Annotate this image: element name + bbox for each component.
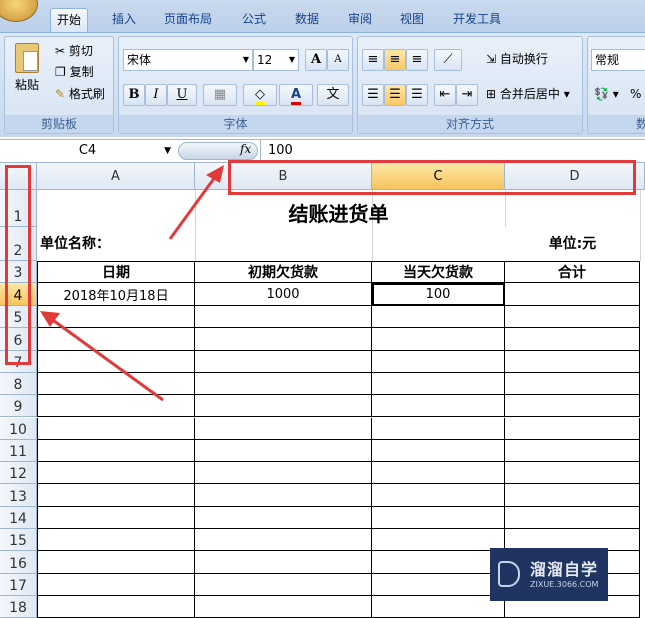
font-size-select[interactable]: 12 ▼ bbox=[253, 49, 299, 71]
font-color-icon: A bbox=[290, 87, 302, 105]
paste-icon bbox=[15, 43, 39, 73]
align-middle-button[interactable]: ≡ bbox=[384, 49, 406, 71]
clipboard-group: 粘贴 ✂ 剪切 ❐ 复制 ✎ 格式刷 剪贴板 bbox=[4, 36, 114, 134]
merge-center-button[interactable]: ⊞ 合并后居中 ▾ bbox=[486, 84, 570, 105]
paint-bucket-icon: ◇ bbox=[255, 87, 265, 105]
orientation-button[interactable]: ⟋ bbox=[434, 49, 462, 71]
chevron-down-icon: ▼ bbox=[288, 55, 295, 64]
brush-icon: ✎ bbox=[55, 87, 66, 101]
formula-input[interactable]: 100 bbox=[268, 140, 293, 162]
font-name-select[interactable]: 宋体 ▼ bbox=[123, 49, 253, 71]
spreadsheet-grid: A B C D 1 2 3 4 5 6 7 8 9 10 11 12 13 14 15 16 17 18 结账进货… bbox=[0, 160, 645, 618]
tab-data[interactable]: 数据 bbox=[289, 8, 325, 32]
align-left-button[interactable]: ☰ bbox=[362, 84, 384, 106]
number-format-select[interactable]: 常规 bbox=[591, 49, 645, 71]
format-painter-label: 格式刷 bbox=[68, 87, 105, 101]
alignment-label: 对齐方式 bbox=[358, 115, 582, 133]
italic-button[interactable]: I bbox=[145, 84, 167, 106]
scissors-icon: ✂ bbox=[55, 44, 66, 58]
underline-button[interactable]: U bbox=[167, 84, 197, 106]
font-name-value: 宋体 bbox=[127, 53, 152, 67]
cut-label: 剪切 bbox=[68, 44, 93, 58]
tab-insert[interactable]: 插入 bbox=[106, 8, 142, 32]
merge-icon: ⊞ bbox=[486, 87, 497, 101]
ribbon: 粘贴 ✂ 剪切 ❐ 复制 ✎ 格式刷 剪贴板 宋体 ▼ 12 ▼ A A B I U… bbox=[0, 32, 645, 137]
number-group: 常规 💱 ▾ % 数 bbox=[587, 36, 645, 134]
arrow-to-columns bbox=[168, 172, 220, 240]
grow-font-button[interactable]: A bbox=[305, 49, 327, 71]
fx-icon[interactable]: fx bbox=[240, 142, 251, 156]
align-bottom-button[interactable]: ≡ bbox=[406, 49, 428, 71]
annotation-arrows bbox=[40, 165, 224, 402]
font-group: 宋体 ▼ 12 ▼ A A B I U ▦ ◇ A 文 字体 bbox=[118, 36, 353, 134]
copy-icon: ❐ bbox=[55, 65, 66, 79]
tab-home[interactable]: 开始 bbox=[50, 8, 89, 32]
shrink-font-button[interactable]: A bbox=[327, 49, 349, 71]
fill-color-button[interactable]: ◇ bbox=[243, 84, 277, 106]
tab-view[interactable]: 视图 bbox=[394, 8, 430, 32]
phonetic-button[interactable]: 文 bbox=[317, 84, 349, 106]
chevron-down-icon: ▼ bbox=[164, 146, 171, 156]
arrow-to-rows bbox=[49, 316, 164, 402]
copy-button[interactable]: ❐ 复制 bbox=[55, 62, 94, 83]
font-label: 字体 bbox=[119, 115, 352, 133]
align-right-button[interactable]: ☰ bbox=[406, 84, 428, 106]
currency-icon: 💱 bbox=[594, 87, 609, 101]
wrap-text-button[interactable]: ⇲ 自动换行 bbox=[486, 49, 548, 70]
tab-page-layout[interactable]: 页面布局 bbox=[158, 8, 218, 32]
font-size-value: 12 bbox=[257, 53, 273, 67]
name-box[interactable]: C4 ▼ bbox=[0, 140, 175, 162]
wrap-text-label: 自动换行 bbox=[499, 52, 548, 66]
format-painter-button[interactable]: ✎ 格式刷 bbox=[55, 84, 105, 105]
paste-button[interactable]: 粘贴 bbox=[15, 75, 39, 96]
align-top-button[interactable]: ≡ bbox=[362, 49, 384, 71]
orientation-icon: ⟋ bbox=[443, 52, 453, 67]
percent-button[interactable]: % bbox=[630, 84, 641, 105]
bold-button[interactable]: B bbox=[123, 84, 145, 106]
wrap-text-icon: ⇲ bbox=[486, 52, 497, 66]
number-label: 数 bbox=[588, 115, 645, 133]
decrease-indent-button[interactable]: ⇤ bbox=[434, 84, 456, 106]
tab-developer[interactable]: 开发工具 bbox=[447, 8, 507, 32]
alignment-group: ≡ ≡ ≡ ⟋ ☰ ☰ ☰ ⇤ ⇥ ⇲ 自动换行 ⊞ 合并后居中 ▾ 对齐方式 bbox=[357, 36, 583, 134]
merge-center-label: 合并后居中 bbox=[499, 87, 560, 101]
clipboard-label: 剪贴板 bbox=[5, 115, 113, 133]
chevron-down-icon: ▼ bbox=[242, 55, 249, 64]
increase-indent-button[interactable]: ⇥ bbox=[456, 84, 478, 106]
borders-button[interactable]: ▦ bbox=[203, 84, 237, 106]
office-button[interactable] bbox=[0, 0, 38, 22]
align-center-button[interactable]: ☰ bbox=[384, 84, 406, 106]
arrowhead-icon bbox=[206, 165, 224, 183]
name-box-value: C4 bbox=[78, 143, 97, 158]
font-color-button[interactable]: A bbox=[279, 84, 313, 106]
cut-button[interactable]: ✂ 剪切 bbox=[55, 41, 93, 62]
tab-review[interactable]: 审阅 bbox=[342, 8, 378, 32]
ribbon-tabs: 开始 插入 页面布局 公式 数据 审阅 视图 开发工具 bbox=[0, 0, 645, 34]
currency-button[interactable]: 💱 ▾ bbox=[594, 84, 619, 105]
border-icon: ▦ bbox=[213, 87, 227, 102]
copy-label: 复制 bbox=[69, 65, 94, 79]
tab-formulas[interactable]: 公式 bbox=[236, 8, 272, 32]
